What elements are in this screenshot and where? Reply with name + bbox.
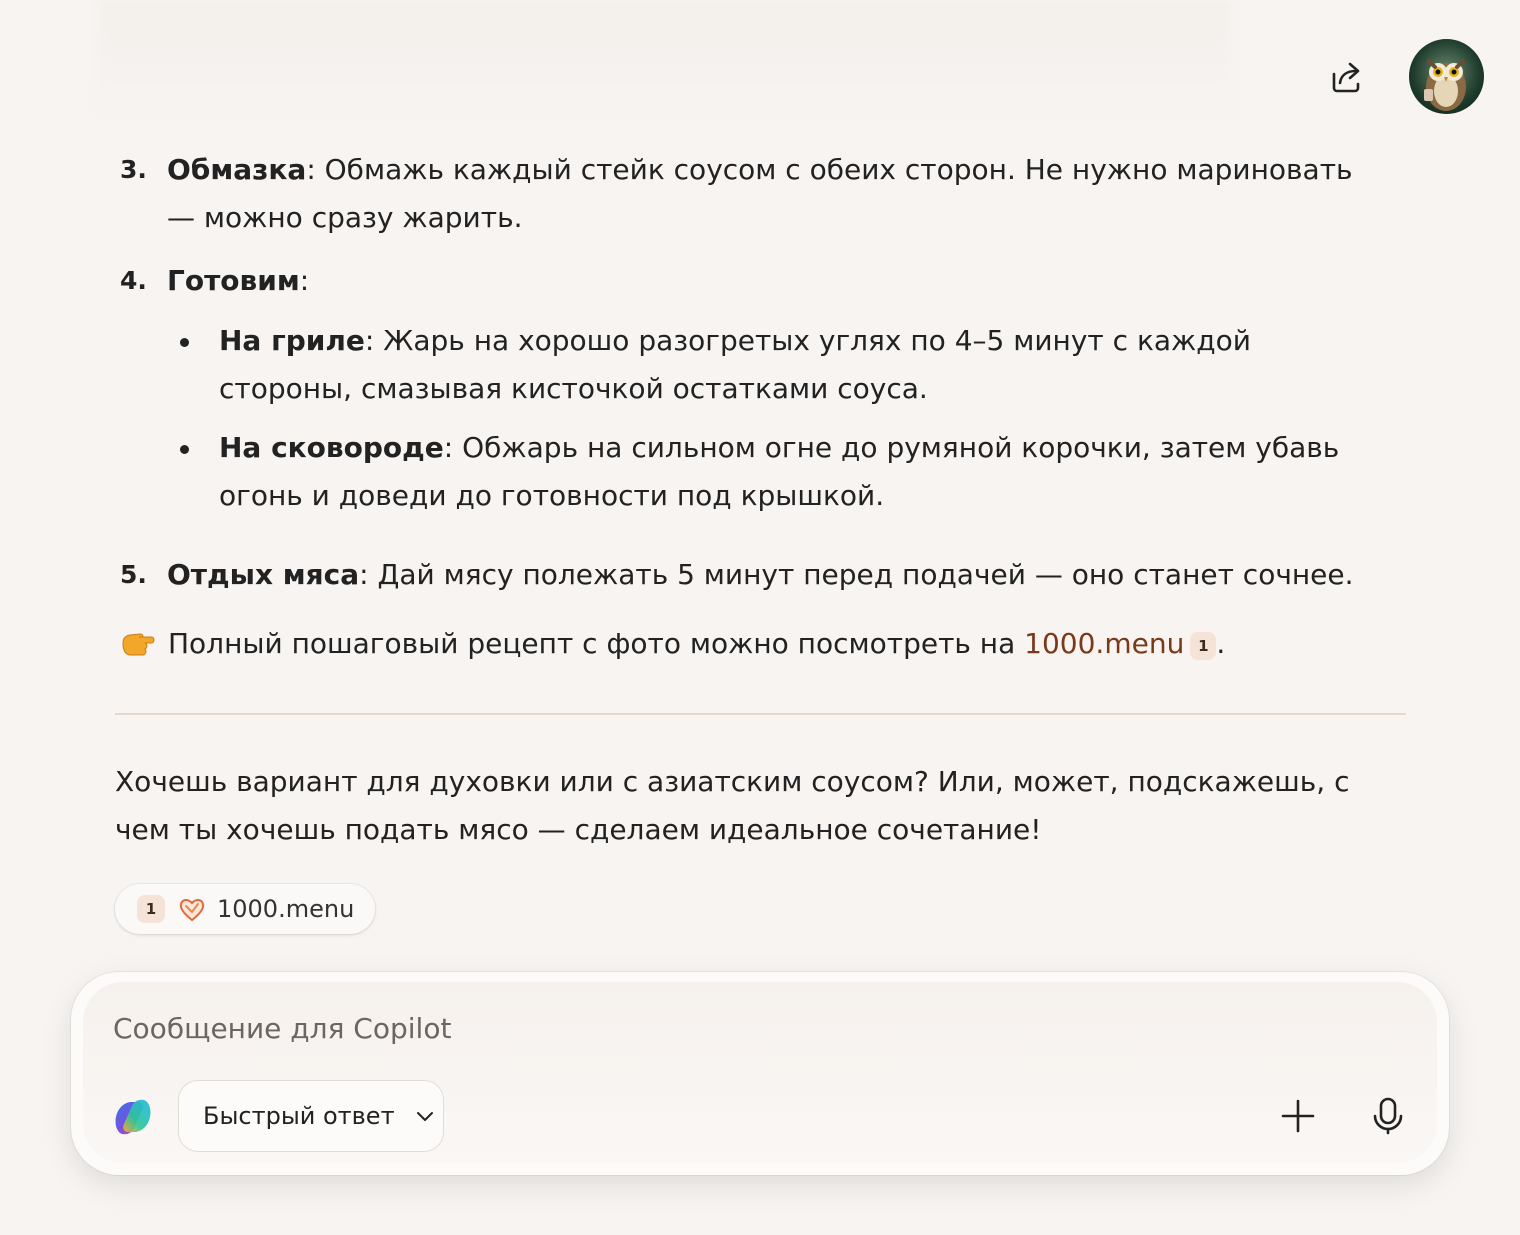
note-end: . [1216, 627, 1226, 660]
source-link[interactable]: 1000.menu [1024, 627, 1184, 660]
header-fade [100, 0, 1230, 112]
heart-logo-icon [179, 899, 205, 922]
list-item-desc: : Обмажь каждый стейк соусом с обеих сто… [167, 153, 1353, 234]
message-input[interactable] [111, 1004, 1215, 1052]
pointing-hand-icon [122, 633, 155, 656]
add-attachment-button[interactable] [1276, 1094, 1320, 1138]
list-item-title: Обмазка [167, 153, 307, 186]
list-item-desc: : Дай мясу полежать 5 минут перед подаче… [359, 558, 1354, 591]
bullet-item-text: На сковороде: Обжарь на сильном огне до … [219, 424, 1379, 520]
list-number: 3. [120, 155, 147, 184]
source-number: 1 [137, 895, 165, 923]
note-text: Полный пошаговый рецепт с фото можно пос… [168, 627, 1025, 660]
plus-icon [1281, 1099, 1315, 1133]
divider [115, 713, 1406, 715]
bullet-dot [180, 338, 189, 347]
list-item-desc: : [299, 264, 310, 297]
bullet-item-title: На сковороде [219, 431, 444, 464]
followup-text: Хочешь вариант для духовки или с азиатск… [115, 765, 1350, 846]
owl-avatar-icon [1424, 59, 1466, 111]
citation-badge[interactable]: 1 [1190, 632, 1217, 660]
source-chip[interactable]: 1 1000.menu [115, 884, 375, 934]
list-item-title: Отдых мяса [167, 558, 360, 591]
microphone-button[interactable] [1366, 1094, 1410, 1138]
bullet-item-text: На гриле: Жарь на хорошо разогретых угля… [219, 317, 1379, 413]
avatar[interactable] [1409, 39, 1484, 114]
bullet-item-desc: : Жарь на хорошо разогретых углях по 4–5… [219, 324, 1251, 405]
chevron-down-icon [416, 1112, 433, 1121]
copilot-logo-icon[interactable] [110, 1094, 156, 1140]
list-item-text: Обмазка: Обмажь каждый стейк соусом с об… [167, 146, 1377, 242]
bullet-dot [180, 445, 189, 454]
list-number: 5. [120, 560, 147, 589]
list-number: 4. [120, 266, 147, 295]
microphone-icon [1373, 1097, 1403, 1135]
response-mode-label: Быстрый ответ [203, 1102, 395, 1130]
list-item-text: Готовим: [167, 257, 1377, 305]
recipe-note: Полный пошаговый рецепт с фото можно пос… [120, 620, 1380, 668]
source-label: 1000.menu [217, 895, 355, 923]
list-item-text: Отдых мяса: Дай мясу полежать 5 минут пе… [167, 551, 1377, 599]
list-item-title: Готовим [167, 264, 300, 297]
share-button[interactable] [1322, 54, 1370, 102]
bullet-item-title: На гриле [219, 324, 365, 357]
share-icon [1332, 62, 1360, 93]
response-mode-select[interactable]: Быстрый ответ [178, 1080, 444, 1152]
